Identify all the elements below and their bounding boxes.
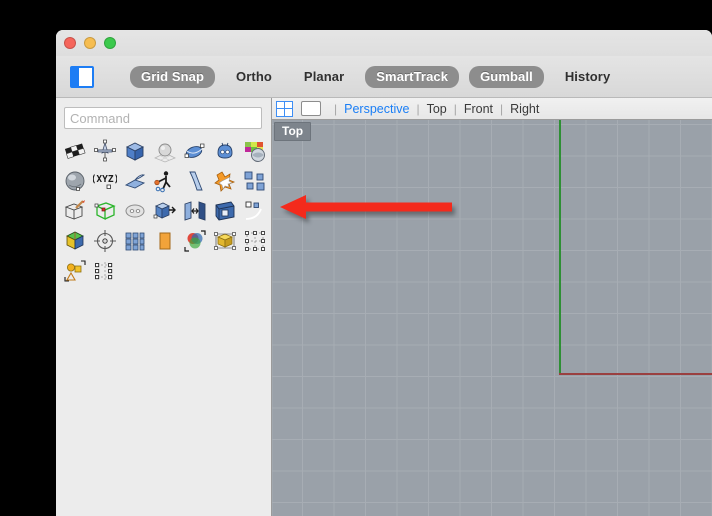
toolbar: Grid Snap Ortho Planar SmartTrack Gumbal… — [56, 56, 712, 98]
toolbar-item-planar[interactable]: Planar — [293, 66, 355, 88]
close-button[interactable] — [64, 37, 76, 49]
xyz-coordinates-icon[interactable]: (XYZ) — [90, 166, 120, 196]
color-globe-icon[interactable] — [240, 136, 270, 166]
tab-top[interactable]: Top — [427, 102, 447, 116]
titlebar — [56, 30, 712, 56]
box-with-square-icon[interactable] — [210, 196, 240, 226]
minimize-button[interactable] — [84, 37, 96, 49]
toolbar-item-ortho[interactable]: Ortho — [225, 66, 283, 88]
command-input[interactable] — [64, 107, 262, 129]
viewport-tab-bar: | Perspective | Top | Front | Right — [272, 98, 712, 120]
viewport-name-label[interactable]: Top — [274, 122, 311, 141]
blob-icon[interactable] — [210, 136, 240, 166]
window-body: (XYZ) — [56, 98, 712, 516]
surface-from-curves-icon[interactable] — [120, 166, 150, 196]
curve-icon[interactable] — [180, 166, 210, 196]
color-wheel-icon[interactable] — [180, 226, 210, 256]
sphere-on-grid-icon[interactable] — [150, 136, 180, 166]
red-left-arrow-annotation — [280, 192, 452, 222]
separator: | — [500, 102, 503, 116]
toolbar-item-gumball[interactable]: Gumball — [469, 66, 544, 88]
dashed-points-grid-icon[interactable] — [90, 256, 120, 286]
grey-sphere-icon[interactable] — [60, 166, 90, 196]
window-controls — [64, 37, 116, 49]
box-edit-pencil-icon[interactable] — [60, 196, 90, 226]
square-curve-icon[interactable] — [240, 196, 270, 226]
mirror-icon[interactable] — [180, 196, 210, 226]
person-drawing-icon[interactable] — [150, 166, 180, 196]
application-window: Grid Snap Ortho Planar SmartTrack Gumbal… — [56, 30, 712, 516]
green-wireframe-box-icon[interactable] — [90, 196, 120, 226]
orange-star-icon[interactable] — [210, 166, 240, 196]
tab-right[interactable]: Right — [510, 102, 539, 116]
gumball-airplane-icon[interactable] — [90, 136, 120, 166]
grid-of-squares-icon[interactable] — [120, 226, 150, 256]
separator: | — [334, 102, 337, 116]
sidebar-toggle-icon[interactable] — [70, 66, 94, 88]
toolbar-item-history[interactable]: History — [554, 66, 622, 88]
blue-squares-icon[interactable] — [240, 166, 270, 196]
orange-rectangle-icon[interactable] — [150, 226, 180, 256]
toolbar-toggle-group: Grid Snap Ortho Planar SmartTrack Gumbal… — [130, 66, 621, 88]
four-pane-layout-icon[interactable] — [276, 101, 293, 117]
screen: Grid Snap Ortho Planar SmartTrack Gumbal… — [0, 0, 712, 516]
ellipsoid-icon[interactable] — [180, 136, 210, 166]
oval-two-dots-icon[interactable] — [120, 196, 150, 226]
y-axis-line — [559, 120, 561, 375]
toolbar-item-smarttrack[interactable]: SmartTrack — [365, 66, 459, 88]
target-crosshair-icon[interactable] — [90, 226, 120, 256]
dashed-control-points-icon[interactable] — [240, 226, 270, 256]
tab-perspective[interactable]: Perspective — [344, 102, 409, 116]
separator: | — [454, 102, 457, 116]
yellow-shapes-crop-icon[interactable] — [60, 256, 90, 286]
x-axis-line — [559, 373, 712, 375]
color-cube-icon[interactable] — [60, 226, 90, 256]
viewport-area: | Perspective | Top | Front | Right Top — [272, 98, 712, 516]
tool-icon-grid: (XYZ) — [60, 136, 270, 286]
maximize-button[interactable] — [104, 37, 116, 49]
blue-box-icon[interactable] — [120, 136, 150, 166]
checkered-plane-icon[interactable] — [60, 136, 90, 166]
left-sidebar-panel: (XYZ) — [56, 98, 272, 516]
separator: | — [416, 102, 419, 116]
viewport-canvas[interactable]: Top — [272, 120, 712, 516]
single-pane-layout-icon[interactable] — [301, 101, 321, 116]
toolbar-item-grid-snap[interactable]: Grid Snap — [130, 66, 215, 88]
svg-text:(XYZ): (XYZ) — [93, 174, 117, 185]
tab-front[interactable]: Front — [464, 102, 493, 116]
yellow-box-cage-icon[interactable] — [210, 226, 240, 256]
box-move-arrow-icon[interactable] — [150, 196, 180, 226]
